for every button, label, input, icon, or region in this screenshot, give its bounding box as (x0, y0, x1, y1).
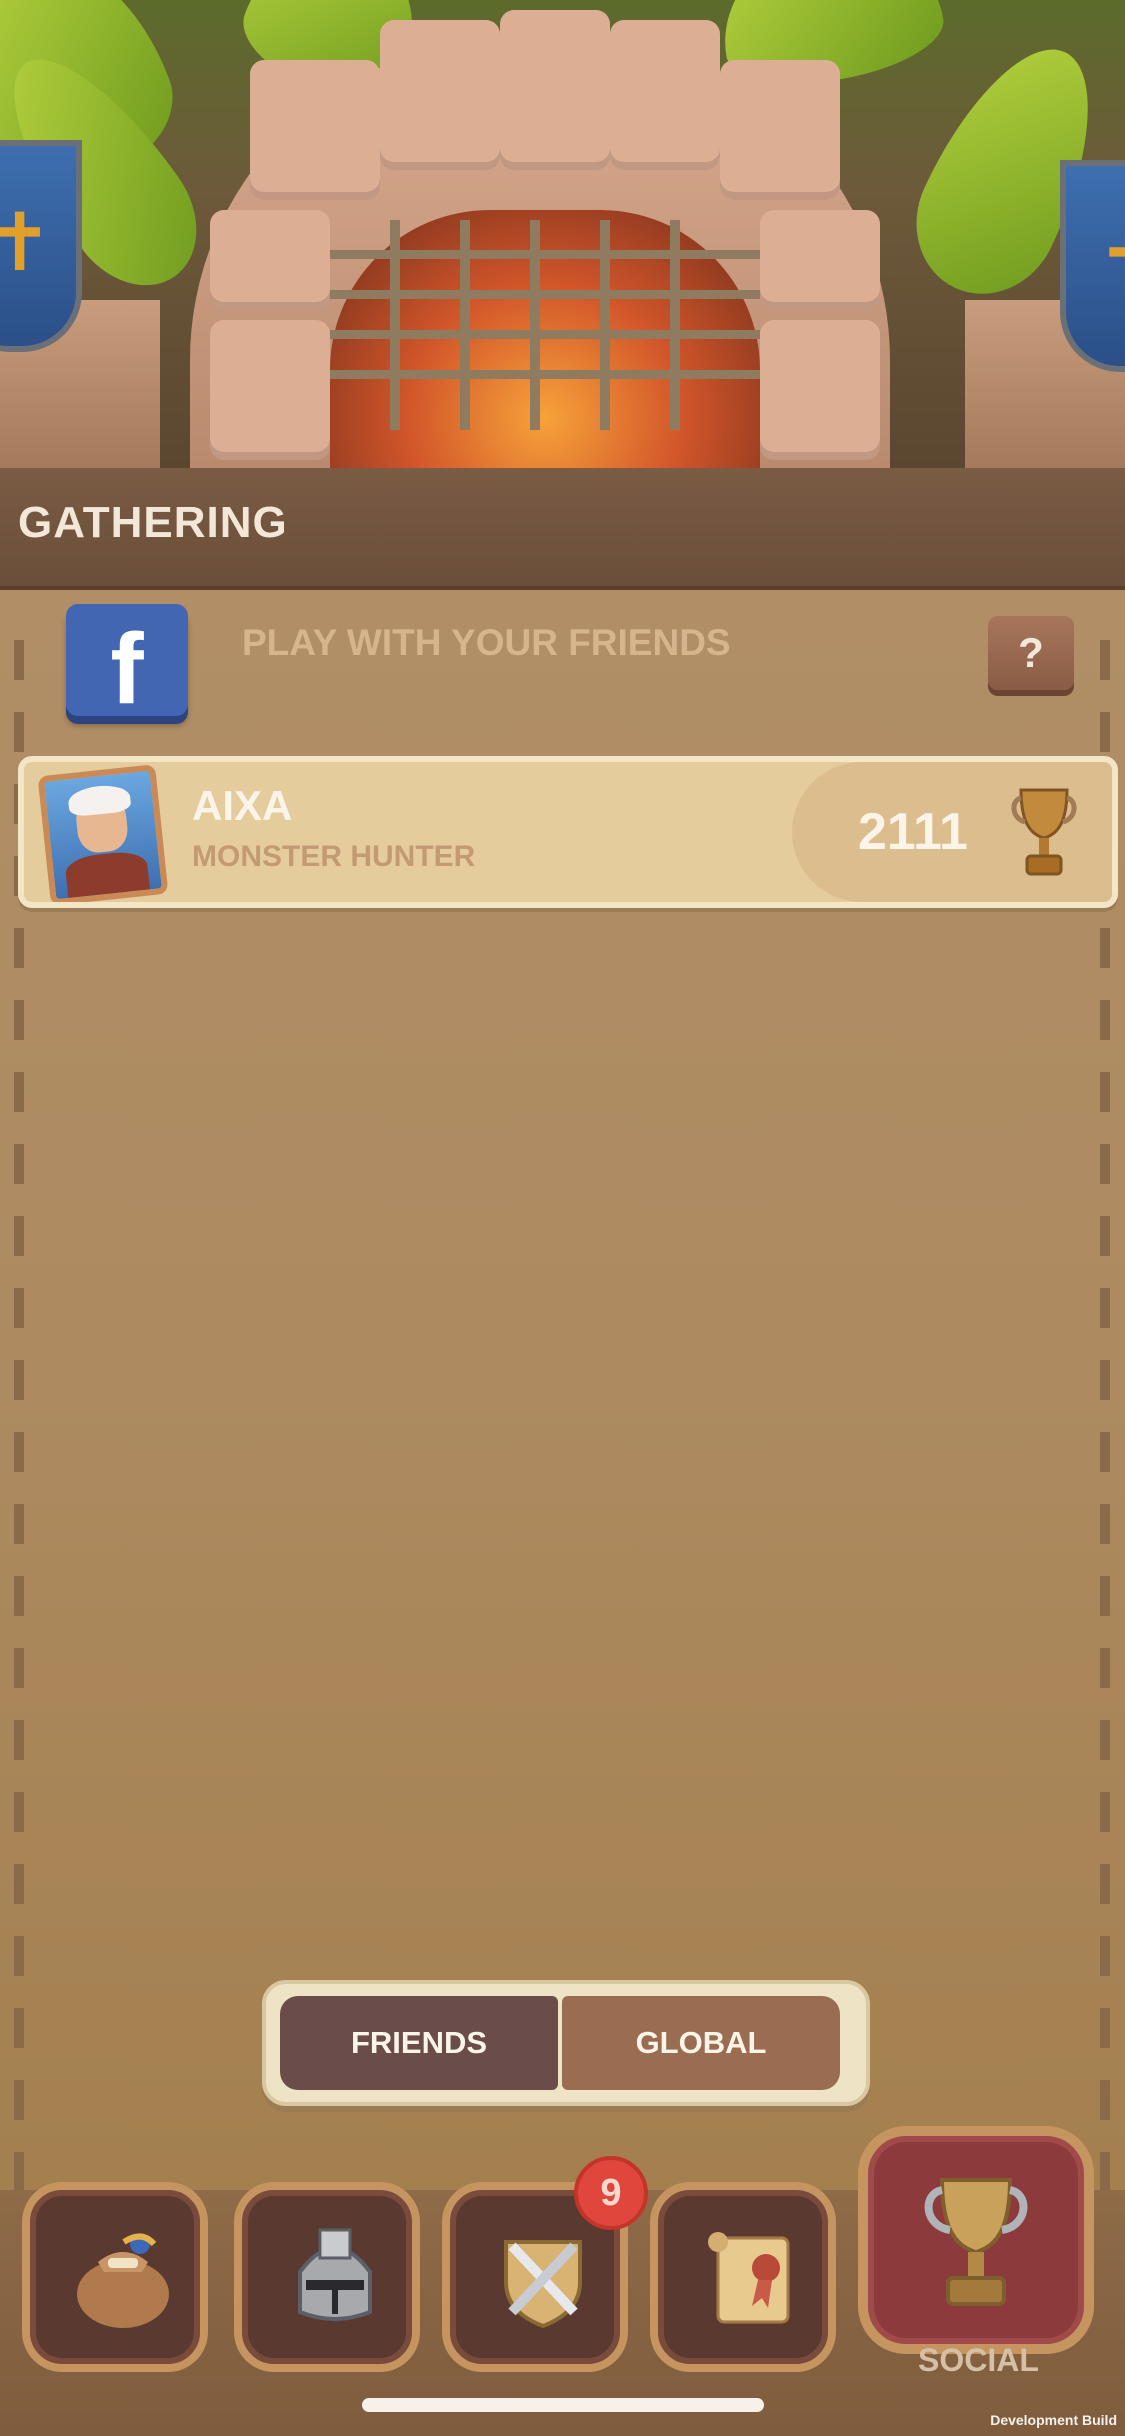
nav-quests-button[interactable] (650, 2182, 836, 2372)
player-trophy-count: 2111 (858, 803, 968, 861)
shield-icon (1060, 160, 1125, 372)
page-title: GATHERING (18, 498, 288, 547)
player-title: MONSTER HUNTER (192, 840, 476, 873)
leaderboard-row[interactable]: AIXA MONSTER HUNTER 2111 (18, 756, 1118, 908)
home-indicator[interactable] (362, 2398, 764, 2412)
crossed-swords-shield-icon (504, 2240, 582, 2329)
castle-gate-banner (0, 0, 1125, 470)
development-build-label: Development Build (990, 2412, 1117, 2428)
tab-friends[interactable]: FRIENDS (280, 1996, 558, 2090)
nav-shop-button[interactable] (22, 2182, 208, 2372)
nav-social-label: SOCIAL (918, 2342, 1039, 2378)
nav-social-button[interactable] (858, 2126, 1094, 2354)
notification-badge: 9 (574, 2156, 648, 2230)
help-button[interactable]: ? (988, 616, 1074, 690)
nav-heroes-button[interactable] (234, 2182, 420, 2372)
tab-global[interactable]: GLOBAL (562, 1996, 840, 2090)
scroll-icon (708, 2232, 790, 2324)
facebook-prompt: PLAY WITH YOUR FRIENDS (242, 622, 731, 663)
avatar (37, 764, 169, 902)
shield-icon (0, 140, 82, 352)
facebook-connect-button[interactable]: f (66, 604, 188, 725)
loot-bag-icon (77, 2233, 169, 2328)
trophy-icon (1011, 788, 1077, 876)
leaderboard-scope-toggle: FRIENDS GLOBAL (262, 1980, 870, 2106)
facebook-icon: f (110, 613, 144, 725)
trophy-icon (924, 2178, 1028, 2306)
player-name: AIXA (192, 782, 293, 829)
knight-helmet-icon (298, 2228, 372, 2321)
page-header: GATHERING (0, 468, 1125, 592)
